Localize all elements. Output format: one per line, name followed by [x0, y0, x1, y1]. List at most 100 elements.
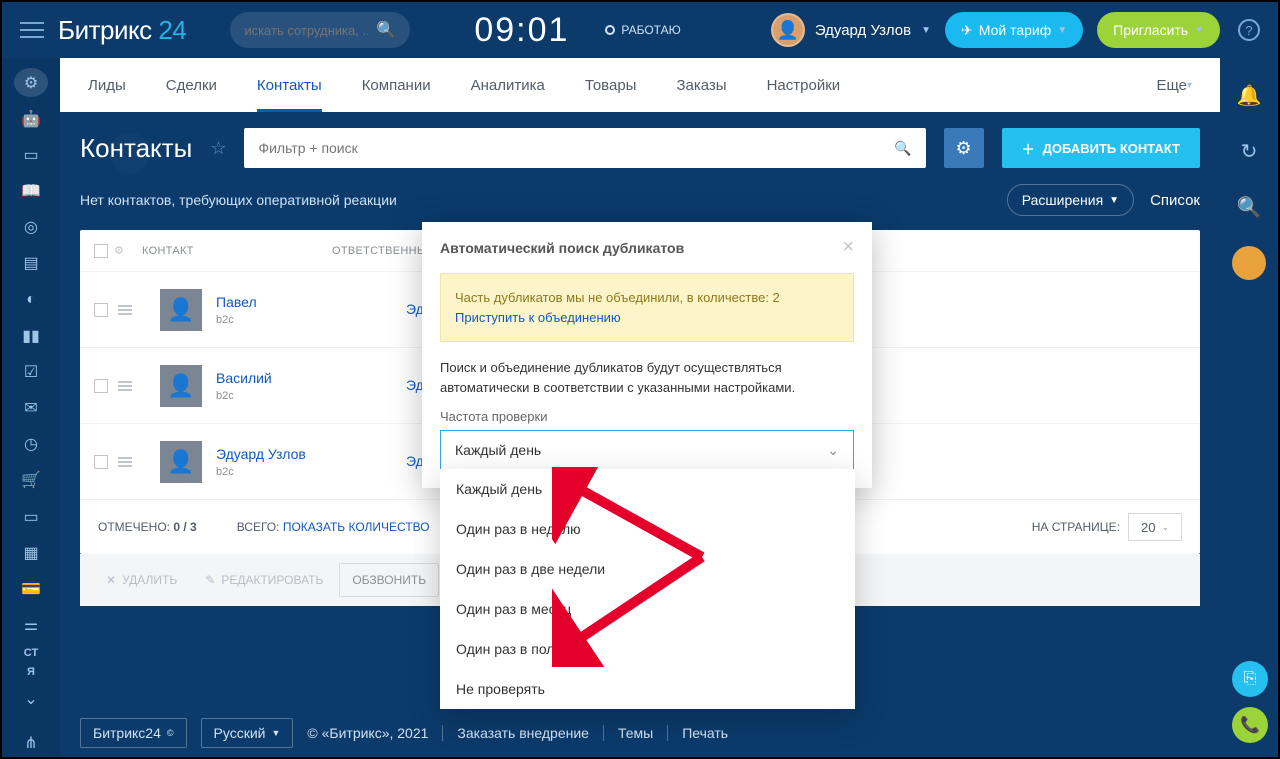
rail-filter-icon[interactable]: ⚙ [14, 68, 48, 97]
tab-contacts[interactable]: Контакты [257, 58, 322, 112]
history-icon[interactable]: ↻ [1232, 134, 1266, 168]
my-tariff-button[interactable]: ✈ Мой тариф ▼ [945, 12, 1083, 48]
themes-link[interactable]: Темы [618, 725, 653, 741]
contact-avatar-icon: 👤 [160, 365, 202, 407]
dropdown-option[interactable]: Один раз в полгода [440, 629, 855, 669]
grid-settings-button[interactable]: ⚙ [944, 128, 984, 168]
chevron-down-icon: ⌄ [1161, 522, 1169, 533]
rail-sitemap-icon[interactable]: ⋔ [14, 728, 48, 757]
tab-companies[interactable]: Компании [362, 58, 431, 112]
print-link[interactable]: Печать [682, 725, 728, 741]
crm-tabs: Лиды Сделки Контакты Компании Аналитика … [60, 58, 1220, 112]
show-count-link[interactable]: ПОКАЗАТЬ КОЛИЧЕСТВО [283, 520, 430, 534]
user-menu[interactable]: 👤 Эдуард Узлов ▼ [771, 13, 931, 47]
rail-chart-icon[interactable]: ▮▮ [14, 321, 48, 350]
footer-brand[interactable]: Битрикс24© [80, 718, 187, 748]
tab-deals[interactable]: Сделки [166, 58, 217, 112]
close-icon[interactable]: × [842, 236, 854, 259]
status-dot-icon [605, 25, 615, 35]
delete-label: УДАЛИТЬ [122, 573, 177, 587]
call-label: ОБЗВОНИТЬ [352, 573, 426, 587]
th-contact[interactable]: КОНТАКТ [142, 245, 332, 257]
logo-b: 24 [158, 15, 186, 45]
tab-orders[interactable]: Заказы [676, 58, 726, 112]
rail-mail-icon[interactable]: ✉ [14, 394, 48, 423]
clock: 09:01 [474, 11, 569, 50]
total-label: ВСЕГО: [237, 520, 280, 534]
bell-icon[interactable]: 🔔 [1232, 78, 1266, 112]
rail-cart-icon[interactable]: 🛒 [14, 466, 48, 495]
contact-name-link[interactable]: Павел [216, 294, 257, 310]
impl-link[interactable]: Заказать внедрение [457, 725, 589, 741]
row-checkbox[interactable] [94, 303, 108, 317]
work-status[interactable]: РАБОТАЮ [605, 23, 680, 37]
tab-more-label: Еще [1156, 77, 1187, 94]
star-icon[interactable]: ☆ [210, 138, 226, 159]
row-checkbox[interactable] [94, 455, 108, 469]
rail-cash-icon[interactable]: 💳 [14, 574, 48, 603]
contact-name-link[interactable]: Василий [216, 370, 272, 386]
call-button[interactable]: ОБЗВОНИТЬ [339, 563, 439, 597]
modal-desc: Поиск и объединение дубликатов будут осу… [440, 358, 854, 397]
rail-sliders-icon[interactable]: ⚌ [14, 611, 48, 640]
rail-check-icon[interactable]: ☑ [14, 357, 48, 386]
drag-icon[interactable] [118, 303, 132, 317]
contact-tag: b2c [216, 314, 406, 326]
drag-icon[interactable] [118, 379, 132, 393]
menu-icon[interactable] [20, 17, 44, 43]
invite-button[interactable]: Пригласить ▼ [1097, 12, 1220, 48]
drag-icon[interactable] [118, 455, 132, 469]
delete-button[interactable]: ✕ УДАЛИТЬ [94, 563, 189, 597]
search-icon[interactable]: 🔍 [1232, 190, 1266, 224]
tab-analytics[interactable]: Аналитика [471, 58, 545, 112]
rail-st[interactable]: СТ [24, 647, 38, 659]
rail-grid-icon[interactable]: ▦ [14, 538, 48, 567]
rail-box-icon[interactable]: ▤ [14, 249, 48, 278]
rail-target-icon[interactable]: ◎ [14, 213, 48, 242]
call-bubble[interactable]: 📞 [1232, 707, 1268, 743]
frequency-select[interactable]: Каждый день ⌄ [440, 430, 854, 470]
list-view-link[interactable]: Список [1150, 192, 1200, 209]
left-rail: ⚙ 🤖 ▭ 📖 ◎ ▤ ◐ ▮▮ ☑ ✉ ◷ 🛒 ▭ ▦ 💳 ⚌ СТ Я ⌄ … [2, 58, 60, 757]
selected-count: 0 / 3 [173, 520, 196, 534]
dropdown-option[interactable]: Каждый день [440, 469, 855, 509]
tab-leads[interactable]: Лиды [88, 58, 126, 112]
contact-avatar[interactable] [1232, 246, 1266, 280]
gear-icon[interactable]: ⚙ [114, 244, 124, 257]
dropdown-option[interactable]: Один раз в две недели [440, 549, 855, 589]
help-icon[interactable]: ? [1238, 19, 1260, 41]
dropdown-option[interactable]: Не проверять [440, 669, 855, 709]
add-contact-button[interactable]: ＋ ДОБАВИТЬ КОНТАКТ [1002, 128, 1200, 168]
status-label: РАБОТАЮ [621, 23, 680, 37]
extensions-button[interactable]: Расширения▼ [1007, 184, 1134, 216]
rail-book-icon[interactable]: 📖 [14, 177, 48, 206]
rail-down-icon[interactable]: ⌄ [14, 685, 48, 714]
rail-moon-icon[interactable]: ◐ [14, 285, 48, 314]
avatar: 👤 [771, 13, 805, 47]
lang-select[interactable]: Русский ▼ [201, 718, 294, 748]
checkbox-all[interactable] [94, 244, 108, 258]
logo[interactable]: Битрикс 24 [58, 15, 186, 46]
search-icon: 🔍 [376, 20, 396, 40]
tab-more[interactable]: Еще ▾ [1156, 58, 1192, 112]
tab-products[interactable]: Товары [585, 58, 637, 112]
rail-android-icon[interactable]: 🤖 [14, 104, 48, 133]
dropdown-option[interactable]: Один раз в месяц [440, 589, 855, 629]
rail-calendar-icon[interactable]: ▭ [14, 502, 48, 531]
rail-ya[interactable]: Я [27, 666, 35, 678]
per-page-select[interactable]: 20⌄ [1128, 513, 1182, 541]
row-checkbox[interactable] [94, 379, 108, 393]
dropdown-option[interactable]: Один раз в неделю [440, 509, 855, 549]
rail-card-icon[interactable]: ▭ [14, 140, 48, 169]
edit-button[interactable]: ✎ РЕДАКТИРОВАТЬ [193, 563, 335, 597]
rail-clock-icon[interactable]: ◷ [14, 430, 48, 459]
tab-settings[interactable]: Настройки [767, 58, 841, 112]
merge-link[interactable]: Приступить к объединению [455, 310, 621, 325]
share-bubble[interactable]: ⎘ [1232, 661, 1268, 697]
filter-search[interactable]: 🔍 [244, 128, 925, 168]
filter-input[interactable] [258, 140, 894, 156]
contact-name-link[interactable]: Эдуард Узлов [216, 446, 306, 462]
global-search-input[interactable] [244, 23, 368, 38]
page-title: Контакты [80, 133, 192, 164]
global-search[interactable]: 🔍 [230, 12, 410, 48]
